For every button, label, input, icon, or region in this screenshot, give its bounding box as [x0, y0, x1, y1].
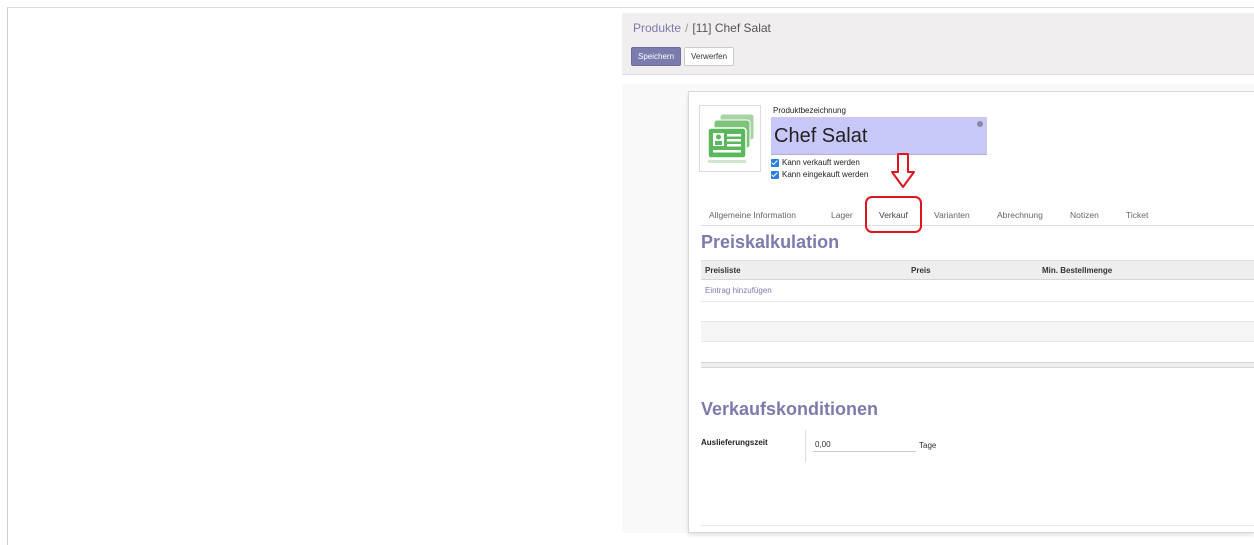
product-name-value: Chef Salat [774, 125, 868, 147]
breadcrumb: Produkte / [11] Chef Salat [633, 21, 771, 35]
form-sheet: Produktbezeichnung Chef Salat Kann verka… [688, 91, 1254, 533]
tab-accounting[interactable]: Abrechnung [997, 210, 1043, 220]
save-button[interactable]: Speichern [631, 47, 682, 66]
column-header-min-quantity[interactable]: Min. Bestellmenge [1042, 266, 1112, 275]
table-add-row: Eintrag hinzufügen [701, 280, 1254, 302]
column-header-price[interactable]: Preis [911, 266, 931, 275]
table-footer [701, 362, 1254, 368]
tab-variants[interactable]: Varianten [934, 210, 970, 220]
form-buttons: Speichern Verwerfen [631, 47, 735, 66]
can-be-purchased-checkbox[interactable] [771, 170, 779, 179]
can-be-purchased-label: Kann eingekauft werden [782, 170, 869, 179]
divider [701, 525, 1254, 526]
can-be-purchased-row: Kann eingekauft werden [771, 170, 988, 179]
product-name-input[interactable]: Chef Salat [771, 117, 987, 155]
lead-time-label: Auslieferungszeit [701, 438, 768, 447]
table-row [701, 302, 1254, 322]
table-row [701, 322, 1254, 342]
field-divider [805, 430, 806, 462]
pricing-section-title: Preiskalkulation [701, 232, 840, 252]
add-line-link[interactable]: Eintrag hinzufügen [705, 286, 772, 295]
lead-time-input[interactable]: 0,00 [813, 436, 916, 452]
product-name-label: Produktbezeichnung [773, 106, 846, 115]
can-be-sold-label: Kann verkauft werden [782, 158, 860, 167]
discard-button[interactable]: Verwerfen [684, 47, 735, 66]
contact-cards-icon[interactable] [699, 105, 761, 172]
breadcrumb-parent-link[interactable]: Produkte [633, 21, 681, 35]
tab-inventory[interactable]: Lager [831, 210, 853, 220]
globe-icon[interactable] [977, 121, 983, 127]
breadcrumb-current: [11] Chef Salat [692, 21, 771, 35]
can-be-sold-row: Kann verkauft werden [771, 158, 988, 167]
breadcrumb-separator: / [685, 21, 689, 35]
product-title-block: Produktbezeichnung Chef Salat Kann verka… [771, 106, 988, 179]
tab-notes[interactable]: Notizen [1070, 210, 1099, 220]
lead-time-value: 0,00 [815, 440, 831, 449]
form-content-area: Produktbezeichnung Chef Salat Kann verka… [622, 84, 1254, 533]
notebook-tabs: Allgemeine Information Lager Verkauf Var… [701, 200, 1254, 226]
tab-general-information[interactable]: Allgemeine Information [709, 210, 796, 220]
control-panel: Produkte / [11] Chef Salat Speichern Verwe… [622, 13, 1254, 75]
sales-conditions-section-title: Verkaufskonditionen [701, 399, 879, 419]
can-be-sold-checkbox[interactable] [771, 158, 779, 167]
column-header-pricelist[interactable]: Preisliste [705, 266, 741, 275]
tab-ticket[interactable]: Ticket [1126, 210, 1148, 220]
arrow-down-icon [891, 153, 915, 188]
sales-tab-annotation-box [865, 196, 922, 233]
lead-time-unit: Tage [919, 441, 937, 450]
pricelist-table: Preisliste Preis Min. Bestellmenge Eintr… [701, 260, 1254, 368]
table-header: Preisliste Preis Min. Bestellmenge [701, 260, 1254, 280]
